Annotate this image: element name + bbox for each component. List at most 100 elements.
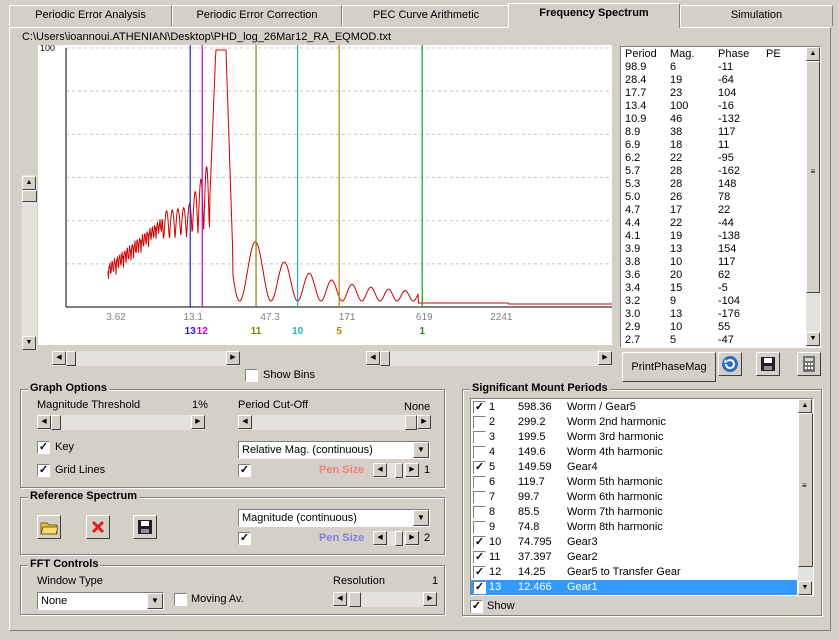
- period-marker-label: 10: [292, 326, 304, 337]
- mount-period-row[interactable]: 4 149.6 Worm 4th harmonic: [471, 445, 797, 460]
- scroll-thumb[interactable]: [66, 351, 76, 366]
- mount-period-checkbox[interactable]: [473, 416, 486, 429]
- scroll-up-icon[interactable]: ▲: [22, 176, 36, 190]
- magnitude-threshold-slider[interactable]: [37, 415, 205, 430]
- calculator-button[interactable]: [797, 352, 821, 376]
- mount-period-row[interactable]: 3 199.5 Worm 3rd harmonic: [471, 430, 797, 445]
- scroll-left-icon[interactable]: ◀: [238, 415, 252, 429]
- mount-period-checkbox[interactable]: ✓: [473, 551, 486, 564]
- mount-period-checkbox[interactable]: [473, 506, 486, 519]
- phase-table-cell: 22: [718, 204, 731, 216]
- open-reference-button[interactable]: [37, 515, 61, 539]
- scroll-left-icon[interactable]: ◀: [37, 415, 51, 429]
- scroll-thumb[interactable]: [22, 190, 37, 202]
- show-bins-checkbox[interactable]: [245, 369, 258, 382]
- mount-period-checkbox[interactable]: ✓: [473, 536, 486, 549]
- mount-period-checkbox[interactable]: ✓: [473, 461, 486, 474]
- scroll-left-icon[interactable]: ◀: [373, 463, 387, 477]
- print-phase-mag-button[interactable]: PrintPhaseMag: [622, 352, 716, 382]
- show-periods-checkbox[interactable]: ✓: [470, 600, 483, 613]
- mount-periods-list[interactable]: ✓ 1 598.36 Worm / Gear5 2 299.2 Worm 2nd harmo…: [470, 398, 814, 596]
- tab-periodic-error-analysis[interactable]: Periodic Error Analysis: [9, 5, 172, 26]
- reference-pen-checkbox[interactable]: ✓: [238, 532, 251, 545]
- mount-period-period: 14.25: [518, 566, 546, 578]
- scroll-left-icon[interactable]: ◀: [373, 531, 387, 545]
- scroll-up-icon[interactable]: ▲: [798, 399, 812, 413]
- graph-mode-select[interactable]: Relative Mag. (continuous) ▼: [238, 441, 430, 459]
- mount-period-row[interactable]: 6 119.7 Worm 5th harmonic: [471, 475, 797, 490]
- mount-period-checkbox[interactable]: [473, 476, 486, 489]
- period-cutoff-slider[interactable]: [238, 415, 431, 430]
- mount-period-checkbox[interactable]: ✓: [473, 401, 486, 414]
- slider-thumb[interactable]: [51, 415, 61, 430]
- save-button[interactable]: [756, 352, 780, 376]
- phase-table-cell: 10: [670, 256, 683, 268]
- mount-period-checkbox[interactable]: ✓: [473, 581, 486, 594]
- mount-period-row[interactable]: ✓ 11 37.397 Gear2: [471, 550, 797, 565]
- phase-table-cell: -5: [718, 282, 728, 294]
- scroll-right-icon[interactable]: ▶: [191, 415, 205, 429]
- phase-table-cell: 13: [670, 308, 683, 320]
- tab-pec-curve-arithmetic[interactable]: PEC Curve Arithmetic: [342, 5, 510, 26]
- save-reference-button[interactable]: [133, 515, 157, 539]
- scroll-left-icon[interactable]: ◀: [366, 351, 380, 365]
- mount-period-row[interactable]: ✓ 10 74.795 Gear3: [471, 535, 797, 550]
- scroll-right-icon[interactable]: ▶: [405, 531, 419, 545]
- scroll-right-icon[interactable]: ▶: [226, 351, 240, 365]
- mount-period-checkbox[interactable]: [473, 431, 486, 444]
- period-marker-label: 5: [336, 326, 342, 337]
- scroll-left-icon[interactable]: ◀: [52, 351, 66, 365]
- scroll-right-icon[interactable]: ▶: [423, 592, 437, 606]
- reference-mode-select[interactable]: Magnitude (continuous) ▼: [238, 509, 430, 527]
- scroll-thumb[interactable]: [380, 351, 390, 366]
- chart-x-scrollbar-right[interactable]: [366, 351, 612, 366]
- mount-period-row[interactable]: 9 74.8 Worm 8th harmonic: [471, 520, 797, 535]
- tab-frequency-spectrum[interactable]: Frequency Spectrum: [508, 3, 680, 28]
- phase-table[interactable]: Period Mag. Phase PE 98.9 6 -11 28.4 19 -64 17.7 23…: [620, 46, 821, 348]
- mount-period-row[interactable]: 7 99.7 Worm 6th harmonic: [471, 490, 797, 505]
- mount-period-checkbox[interactable]: [473, 491, 486, 504]
- moving-av-checkbox[interactable]: [174, 593, 187, 606]
- slider-thumb[interactable]: [405, 415, 417, 430]
- mount-period-checkbox[interactable]: ✓: [473, 566, 486, 579]
- chevron-down-icon[interactable]: ▼: [413, 442, 429, 458]
- scroll-right-icon[interactable]: ▶: [405, 463, 419, 477]
- tab-simulation[interactable]: Simulation: [680, 5, 833, 26]
- scroll-right-icon[interactable]: ▶: [598, 351, 612, 365]
- scroll-thumb[interactable]: ≡: [798, 413, 813, 567]
- mount-period-row[interactable]: ✓ 5 149.59 Gear4: [471, 460, 797, 475]
- chart-x-scrollbar-left[interactable]: [52, 351, 240, 366]
- window-type-select[interactable]: None ▼: [37, 592, 164, 610]
- pen-size-label: Pen Size: [319, 464, 365, 476]
- scroll-up-icon[interactable]: ▲: [806, 47, 820, 61]
- chevron-down-icon[interactable]: ▼: [147, 593, 163, 609]
- mount-period-row[interactable]: 8 85.5 Worm 7th harmonic: [471, 505, 797, 520]
- scroll-right-icon[interactable]: ▶: [417, 415, 431, 429]
- graph-pen-checkbox[interactable]: ✓: [238, 464, 251, 477]
- mount-period-checkbox[interactable]: [473, 521, 486, 534]
- tab-periodic-error-correction[interactable]: Periodic Error Correction: [172, 5, 342, 26]
- scroll-down-icon[interactable]: ▼: [806, 332, 820, 346]
- mount-period-row[interactable]: ✓ 1 598.36 Worm / Gear5: [471, 400, 797, 415]
- phase-table-cell: -44: [718, 217, 734, 229]
- refresh-button[interactable]: [718, 352, 742, 376]
- mount-period-checkbox[interactable]: [473, 446, 486, 459]
- scroll-left-icon[interactable]: ◀: [333, 592, 347, 606]
- phase-table-cell: 19: [670, 230, 683, 242]
- clear-reference-button[interactable]: [86, 515, 110, 539]
- mount-period-n: 4: [489, 446, 496, 458]
- key-label: Key: [55, 441, 74, 453]
- grid-lines-checkbox[interactable]: ✓: [37, 464, 50, 477]
- mount-period-row[interactable]: ✓ 13 12.466 Gear1: [471, 580, 797, 595]
- slider-thumb[interactable]: [349, 592, 361, 607]
- slider-thumb[interactable]: [395, 531, 403, 546]
- scroll-down-icon[interactable]: ▼: [798, 581, 812, 595]
- chevron-down-icon[interactable]: ▼: [413, 510, 429, 526]
- slider-thumb[interactable]: [395, 463, 403, 478]
- mount-period-row[interactable]: ✓ 12 14.25 Gear5 to Transfer Gear: [471, 565, 797, 580]
- scroll-down-icon[interactable]: ▼: [22, 336, 36, 350]
- mount-period-row[interactable]: 2 299.2 Worm 2nd harmonic: [471, 415, 797, 430]
- key-checkbox[interactable]: ✓: [37, 441, 50, 454]
- phase-table-cell: 104: [718, 87, 737, 99]
- scroll-thumb[interactable]: ≡: [806, 61, 820, 293]
